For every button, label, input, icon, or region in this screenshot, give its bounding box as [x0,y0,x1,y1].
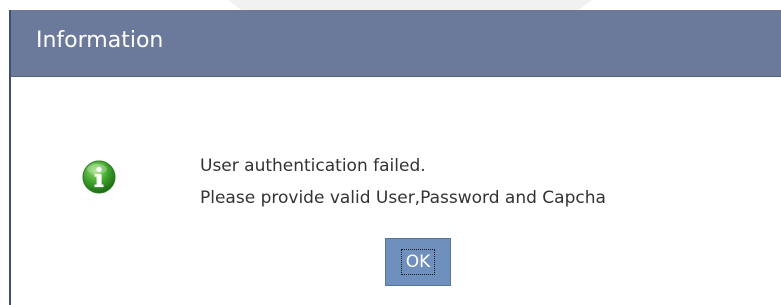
ok-button-label: OK [400,249,436,275]
ok-button[interactable]: OK [385,238,451,286]
message-line-2: Please provide valid User,Password and C… [200,188,606,208]
info-icon [82,160,116,194]
information-dialog: Information User authentication failed. … [9,10,781,305]
dialog-title: Information [36,28,164,53]
message-line-1: User authentication failed. [200,156,426,176]
dialog-header: Information [11,10,781,77]
dialog-message: User authentication failed. Please provi… [200,150,606,214]
